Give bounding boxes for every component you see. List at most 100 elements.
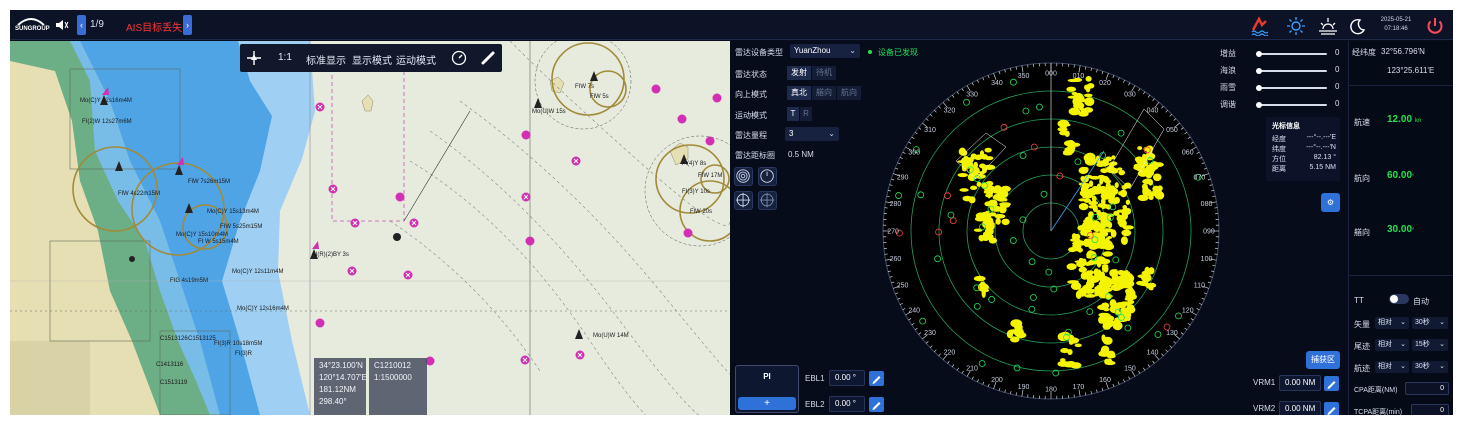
track-time-select[interactable]: 30秒 ⌄ — [1412, 361, 1448, 373]
trail-time-select[interactable]: 15秒 ⌄ — [1412, 339, 1448, 351]
scale-button[interactable]: 1:1 — [278, 52, 292, 63]
tcpa-field[interactable]: 0 — [1411, 404, 1449, 415]
settings-button[interactable]: ⚙ — [1321, 193, 1340, 212]
bearing-label: 270 — [887, 229, 899, 236]
slider-knob[interactable] — [1256, 85, 1262, 91]
slider-knob[interactable] — [1256, 51, 1262, 57]
nautical-chart[interactable]: Mo(C)Y 12s16m4M FI(2)W 12s27m6M FlW 7s26m1… — [10, 41, 730, 415]
radar-echo — [1071, 91, 1078, 96]
ownship-center-icon[interactable] — [246, 50, 262, 66]
slider-track[interactable] — [1257, 53, 1327, 55]
cpa-field[interactable]: 0 — [1405, 382, 1449, 395]
slider-track[interactable] — [1257, 104, 1327, 106]
chart-light-label: FlW 5s — [590, 94, 609, 100]
app-window: SUNGROUP ‹ 1/9 AIS目标丢失 › 2025-05-21 07:1… — [10, 10, 1453, 415]
next-page-button[interactable]: › — [183, 15, 192, 35]
speaker-icon[interactable] — [55, 18, 69, 32]
radar-echo — [1116, 209, 1126, 213]
slider-value: 0 — [1335, 82, 1340, 91]
datetime: 2025-05-21 07:18:46 — [1378, 16, 1414, 34]
radar-echo — [974, 154, 982, 160]
transmit-button[interactable]: 发射 — [787, 66, 811, 80]
sunset-icon[interactable] — [1318, 16, 1338, 36]
standby-button[interactable]: 待机 — [812, 66, 836, 80]
true-motion-button[interactable]: T — [787, 107, 799, 121]
ebl1-edit-button[interactable] — [869, 371, 884, 386]
prev-page-button[interactable]: ‹ — [77, 15, 86, 35]
ebl2-field[interactable]: 0.00 ° — [829, 396, 865, 412]
ruler-icon[interactable] — [480, 50, 496, 66]
track-mode-select[interactable]: 相对 ⌄ — [1375, 361, 1409, 373]
radar-echo — [1104, 228, 1115, 233]
relative-motion-button[interactable]: R — [800, 107, 812, 121]
target-rings-button[interactable] — [734, 167, 753, 186]
rings-value: 0.5 NM — [788, 150, 814, 159]
radar-echo — [960, 149, 968, 157]
vector-mode-select[interactable]: 相对 ⌄ — [1375, 317, 1409, 329]
sea-state-icon[interactable] — [1250, 16, 1270, 36]
capture-zone-button[interactable]: 捕获区 — [1306, 351, 1340, 369]
auto-toggle[interactable] — [1389, 294, 1409, 304]
ebl1-label: EBL1 — [805, 374, 825, 383]
bearing-label: 200 — [991, 377, 1003, 384]
radar-echo — [1085, 183, 1090, 189]
slider-track[interactable] — [1257, 87, 1327, 89]
night-mode-icon[interactable] — [1347, 16, 1367, 36]
trail-label: 尾迹 — [1354, 342, 1370, 351]
ebl1-field[interactable]: 0.00 ° — [829, 370, 865, 386]
radar-echo — [1083, 167, 1089, 173]
radar-echo — [1105, 165, 1116, 174]
compass-icon[interactable] — [451, 50, 467, 66]
head-up-button[interactable]: 艏向 — [812, 86, 836, 100]
radar-echo — [1137, 146, 1143, 151]
ownship-lat: 32°56.796'N — [1381, 47, 1425, 56]
chart-scale: 1:1500000 — [374, 373, 412, 382]
ebl2-edit-button[interactable] — [869, 397, 884, 412]
crosshair-button[interactable] — [734, 191, 753, 210]
vrm1-field[interactable]: 0.00 NM — [1279, 375, 1321, 391]
radar-echo — [1083, 198, 1091, 203]
sun-icon[interactable] — [1286, 16, 1306, 36]
add-pi-button[interactable]: + — [738, 397, 796, 410]
page-indicator: 1/9 — [90, 19, 104, 30]
radar-echo — [1064, 130, 1070, 137]
chart-light-label: FI(3)R 10s18m5M — [214, 341, 263, 347]
north-up-button[interactable]: 真北 — [787, 86, 811, 100]
display-mode-button[interactable]: 显示模式 — [352, 52, 392, 67]
radar-ppi[interactable]: 000 010 020 030 040 050 060 070 080 090 100 110 120 1… — [876, 51, 1226, 415]
timer-button[interactable] — [758, 167, 777, 186]
slider-value: 0 — [1335, 48, 1340, 57]
trail-mode-value: 相对 — [1378, 341, 1392, 348]
track-label: 航迹 — [1354, 364, 1370, 373]
radar-echo — [973, 275, 986, 282]
radar-echo — [1107, 221, 1113, 229]
slider-knob[interactable] — [1256, 68, 1262, 74]
chart-light-label: Al(R)(2)BY 3s — [312, 252, 349, 258]
bearing-label: 310 — [924, 127, 936, 134]
chart-light-label: Fl(4)Y 8s — [682, 161, 707, 167]
vector-time-select[interactable]: 30秒 ⌄ — [1412, 317, 1448, 329]
radar-echo — [1115, 302, 1127, 309]
device-type-select[interactable]: YuanZhou ⌄ — [790, 44, 860, 58]
course-up-button[interactable]: 航向 — [837, 86, 861, 100]
radar-echo — [1114, 182, 1119, 189]
offset-center-button[interactable] — [758, 191, 777, 210]
pi-panel: PI + — [735, 365, 799, 413]
trail-mode-select[interactable]: 相对 ⌄ — [1375, 339, 1409, 351]
range-select[interactable]: 3 ⌄ — [785, 127, 839, 141]
vrm2-field[interactable]: 0.00 NM — [1279, 401, 1321, 415]
motion-mode-button[interactable]: 运动模式 — [396, 52, 436, 67]
vrm1-edit-button[interactable] — [1324, 376, 1339, 391]
vrm2-edit-button[interactable] — [1324, 402, 1339, 415]
power-icon[interactable] — [1425, 16, 1445, 36]
radar-echo — [1145, 283, 1152, 289]
radar-echo — [996, 189, 1009, 199]
standard-display-button[interactable]: 标准显示 — [306, 52, 346, 67]
bearing-label: 330 — [966, 92, 978, 99]
heading-value: 30.00° — [1387, 224, 1414, 235]
slider-knob[interactable] — [1256, 102, 1262, 108]
ais-alarm-text[interactable]: AIS目标丢失 — [126, 19, 182, 34]
slider-track[interactable] — [1257, 70, 1327, 72]
cursor-lon: 120°14.707'E — [319, 373, 367, 382]
radar-echo — [1090, 187, 1103, 195]
